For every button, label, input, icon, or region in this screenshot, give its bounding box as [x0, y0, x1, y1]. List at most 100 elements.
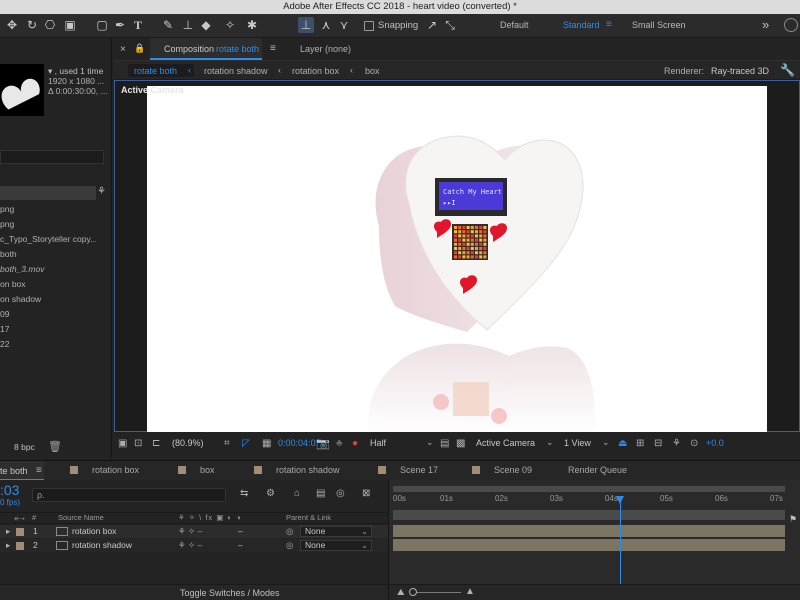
zoom-in-icon[interactable]: ▲	[465, 586, 475, 597]
graph-editor-icon[interactable]: ⊠	[362, 488, 370, 499]
project-item[interactable]: on shadow	[0, 292, 96, 307]
region-of-interest-icon[interactable]: ◸	[242, 438, 250, 449]
layer-name[interactable]: rotation shadow	[72, 539, 132, 552]
vr-view-icon[interactable]: ⊡	[134, 438, 142, 449]
zoom-select[interactable]: (80.9%)	[172, 438, 204, 448]
workspaces-overflow-icon[interactable]: »	[762, 17, 769, 32]
layer-switches[interactable]: ⚘ ✧ –	[178, 525, 202, 538]
layer-duration-bar[interactable]	[393, 539, 785, 551]
breadcrumb-box[interactable]: box	[365, 66, 380, 76]
layer-name[interactable]: rotation box	[72, 525, 116, 538]
project-item[interactable]: 09	[0, 307, 96, 322]
world-axis-icon[interactable]: ⋏	[318, 17, 334, 33]
workspace-standard[interactable]: Standard	[563, 20, 600, 30]
time-ruler[interactable]: 00s 01s 02s 03s 04s 05s 06s 07s	[389, 494, 800, 508]
renderer-select[interactable]: Ray-traced 3D	[711, 66, 769, 76]
zoom-out-icon[interactable]: ⛰	[397, 587, 405, 598]
grid-guides-icon[interactable]: ⌗	[224, 438, 230, 449]
breadcrumb-rotation-box[interactable]: rotation box	[292, 66, 339, 76]
view-axis-icon[interactable]: ⋎	[336, 17, 352, 33]
close-tab-icon[interactable]: ×	[120, 44, 126, 55]
layer-switch[interactable]: –	[238, 539, 243, 552]
comp-button-icon[interactable]: ⚑	[789, 514, 797, 525]
always-preview-icon[interactable]: ▣	[118, 438, 127, 449]
timeline-timecode[interactable]: :03	[0, 482, 19, 498]
tab-scene-17[interactable]: Scene 17	[378, 465, 438, 475]
layer-switches[interactable]: ⚘ ✧ –	[178, 539, 202, 552]
workspace-menu-icon[interactable]: ≡	[606, 19, 612, 30]
layer-row[interactable]: ▸ 1 rotation box ⚘ ✧ – – ◎ None ⌄	[0, 525, 388, 538]
motion-blur-icon[interactable]: ◎	[336, 488, 345, 499]
project-flowchart-icon[interactable]: ⚘	[97, 186, 111, 200]
mask-visibility-icon[interactable]: ⊏	[152, 438, 160, 449]
playhead[interactable]	[616, 496, 625, 584]
playhead-handle[interactable]	[616, 496, 625, 504]
toggle-pixel-aspect-icon[interactable]: ⏏	[618, 438, 627, 449]
expand-arrow-icon[interactable]: ▸	[6, 525, 10, 538]
roto-brush-tool-icon[interactable]: ✧	[222, 17, 238, 33]
timeline-search-input[interactable]: ρ.	[32, 488, 226, 502]
hand-tool-icon[interactable]: ✥	[4, 17, 20, 33]
tab-render-queue[interactable]: Render Queue	[568, 465, 627, 475]
project-item[interactable]: on box	[0, 277, 96, 292]
pen-tool-icon[interactable]: ✒	[112, 17, 128, 33]
project-item[interactable]: png	[0, 202, 96, 217]
exposure-value[interactable]: +0.0	[706, 438, 724, 448]
project-item[interactable]: png	[0, 217, 96, 232]
tab-composition[interactable]: Composition rotate both	[150, 38, 262, 60]
source-name-column-header[interactable]: Source Name	[58, 513, 104, 522]
tab-box[interactable]: box	[178, 465, 215, 475]
zoom-slider-thumb[interactable]	[409, 588, 417, 596]
clone-stamp-tool-icon[interactable]: ⊥	[180, 17, 196, 33]
project-item[interactable]: both_3.mov	[0, 262, 96, 277]
layer-label-swatch[interactable]	[16, 542, 24, 550]
project-item[interactable]: c_Typo_Storyteller copy...	[0, 232, 96, 247]
layer-row[interactable]: ▸ 2 rotation shadow ⚘ ✧ – – ◎ None ⌄	[0, 539, 388, 552]
project-search-input[interactable]	[0, 150, 104, 164]
brush-tool-icon[interactable]: ✎	[160, 17, 176, 33]
navigator-range[interactable]	[393, 486, 785, 492]
layer-switch[interactable]: –	[238, 525, 243, 538]
snap-options-icon[interactable]: ↗	[424, 17, 440, 33]
camera-tool-icon[interactable]: ⎔	[42, 17, 58, 33]
layer-label-swatch[interactable]	[16, 528, 24, 536]
parent-select[interactable]: None ⌄	[300, 540, 372, 551]
pick-whip-icon[interactable]: ◎	[286, 525, 293, 538]
composition-canvas[interactable]: Catch My Heart ▸▸I	[147, 86, 767, 432]
show-snapshot-icon[interactable]: ♣	[336, 438, 343, 449]
tab-menu-icon[interactable]: ≡	[270, 43, 276, 54]
toggle-switches-modes-button[interactable]: Toggle Switches / Modes	[180, 588, 280, 598]
parent-select[interactable]: None ⌄	[300, 526, 372, 537]
tab-rotation-shadow[interactable]: rotation shadow	[254, 465, 340, 475]
tab-rotation-box[interactable]: rotation box	[70, 465, 139, 475]
rotate-tool-icon[interactable]: ↻	[24, 17, 40, 33]
expand-arrow-icon[interactable]: ▸	[6, 539, 10, 552]
color-channels-icon[interactable]: ●	[352, 438, 358, 449]
local-axis-icon[interactable]: ⊥	[298, 17, 314, 33]
snapping-checkbox[interactable]	[364, 21, 374, 31]
lock-icon[interactable]: 🔒	[134, 43, 145, 54]
flowchart-icon[interactable]: ⚘	[672, 438, 681, 449]
camera-behind-tool-icon[interactable]: ▣	[62, 17, 78, 33]
timeline-icon[interactable]: ⊞	[636, 438, 644, 449]
zoom-slider[interactable]	[415, 592, 461, 593]
workspace-default[interactable]: Default	[500, 20, 529, 30]
snapshot-icon[interactable]: 📷	[316, 437, 330, 450]
fast-previews-icon[interactable]: ▤	[440, 438, 449, 449]
eraser-tool-icon[interactable]: ◆	[198, 17, 214, 33]
search-help-icon[interactable]	[784, 18, 798, 32]
camera-view-select[interactable]: Active Camera	[476, 438, 535, 448]
work-area-navigator[interactable]	[393, 486, 785, 492]
toggle-transparency-icon[interactable]: ▩	[456, 438, 465, 449]
trash-icon[interactable]: 🗑	[48, 440, 62, 453]
snap-features-icon[interactable]: ⤡	[442, 17, 458, 33]
bit-depth-button[interactable]: 8 bpc	[14, 442, 35, 452]
wrench-icon[interactable]: 🔧	[780, 63, 795, 77]
project-item[interactable]: 17	[0, 322, 96, 337]
breadcrumb-rotate-both[interactable]: rotate both	[134, 66, 177, 76]
type-tool-icon[interactable]: T	[130, 17, 146, 33]
layer-duration-bar[interactable]	[393, 525, 785, 537]
breadcrumb-rotation-shadow[interactable]: rotation shadow	[204, 66, 268, 76]
project-item[interactable]: 22	[0, 337, 96, 352]
view-layout-select[interactable]: 1 View	[564, 438, 591, 448]
